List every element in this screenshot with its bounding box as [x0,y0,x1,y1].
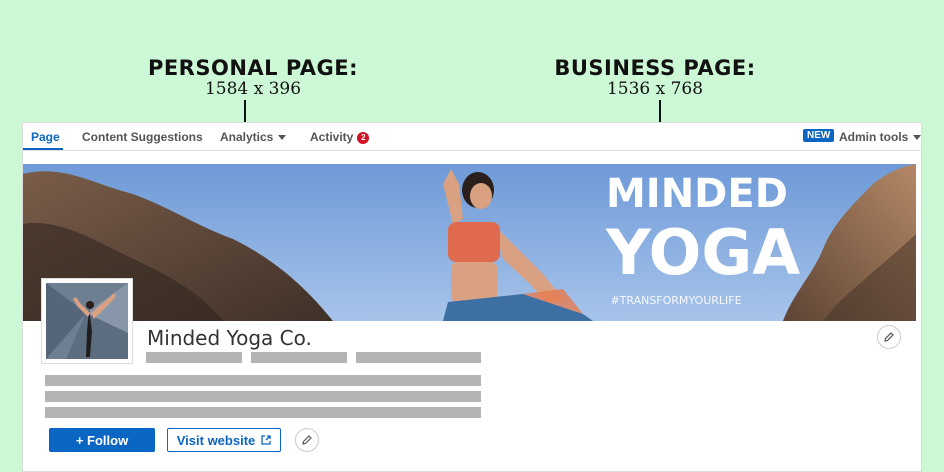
active-tab-indicator [23,148,63,150]
company-logo[interactable] [41,278,133,364]
tab-content-suggestions[interactable]: Content Suggestions [82,130,203,144]
pencil-icon [884,332,894,342]
logo-yoga-photo [46,283,128,359]
tab-analytics-label: Analytics [220,130,274,144]
tab-page[interactable]: Page [31,130,60,144]
chevron-down-icon [278,135,287,141]
external-link-icon [261,435,271,445]
admin-tools-label: Admin tools [839,130,909,144]
banner-headline-line2: YOGA [606,216,801,289]
admin-nav-bar: Page Content Suggestions Analytics Activ… [23,123,922,151]
admin-tools-menu[interactable]: Admin tools [839,130,922,144]
tab-page-label: Page [31,130,60,144]
pencil-icon [302,435,312,445]
business-page-label: BUSINESS PAGE: [554,56,756,80]
placeholder-description-line-2 [45,391,481,402]
visit-website-button[interactable]: Visit website [167,428,281,452]
notification-count-badge: 2 [357,131,370,144]
company-page-card: Page Content Suggestions Analytics Activ… [22,122,922,472]
placeholder-description-line-3 [45,407,481,418]
placeholder-description-line-1 [45,375,481,386]
personal-page-label: PERSONAL PAGE: [147,56,359,80]
tab-content-suggestions-label: Content Suggestions [82,130,203,144]
banner-headline-line1: MINDED [606,171,788,217]
tab-analytics[interactable]: Analytics [220,130,287,144]
banner-hashtag: #TRANSFORMYOURLIFE [610,294,742,307]
placeholder-tag-2 [251,352,347,363]
chevron-down-icon [913,135,922,141]
company-name: Minded Yoga Co. [147,326,312,350]
personal-page-dimensions: 1584 x 396 [204,79,302,99]
placeholder-tag-1 [146,352,242,363]
cover-banner-image[interactable]: MINDED YOGA #TRANSFORMYOURLIFE [23,164,916,321]
tab-activity-label: Activity [310,130,354,144]
visit-website-label: Visit website [176,432,256,448]
follow-button-label: + Follow [75,432,129,448]
business-page-dimensions: 1536 x 768 [606,79,704,99]
tab-activity[interactable]: Activity 2 [310,130,370,144]
new-badge: NEW [803,129,835,142]
placeholder-tag-3 [356,352,481,363]
follow-button[interactable]: + Follow [49,428,155,452]
edit-profile-button[interactable] [877,325,901,349]
edit-actions-button[interactable] [295,428,319,452]
